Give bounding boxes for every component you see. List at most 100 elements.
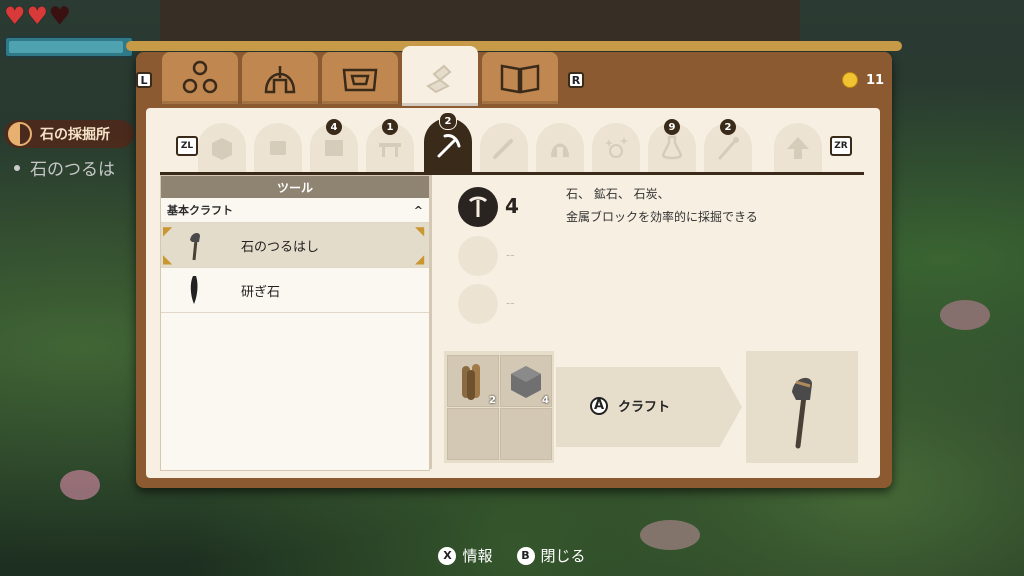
coin-counter: 11 [842,72,884,88]
category-tab-blocks[interactable] [198,123,246,173]
quest-title: 石の採掘所 [40,127,110,143]
craft-label: クラフト [618,400,671,415]
bag-icon [342,68,378,92]
category-tab-materials[interactable] [254,123,302,173]
bullet-icon [14,164,20,171]
prompt-label: 閉じる [540,547,586,565]
l-button-icon[interactable]: L [136,72,152,88]
ingredient-slot-empty [447,408,499,460]
category-tab-upgrade[interactable] [774,123,822,173]
category-tab-accessories[interactable] [592,123,640,173]
sword-icon [493,139,513,159]
category-badge: 2 [720,119,736,135]
category-tab-furniture[interactable]: 4 [310,119,358,173]
category-tab-magic[interactable]: 2 [704,119,752,173]
tool-level-icon [458,187,498,227]
material-icon [270,141,286,155]
tab-equipment[interactable] [242,52,318,104]
stone-pickaxe-icon [183,228,207,262]
panel-rail [126,41,902,51]
background-flower [940,300,990,330]
materials-icon [182,60,218,94]
ingredient-slot-stone[interactable]: 4 [500,355,552,407]
zl-button-icon[interactable]: ZL [176,136,198,156]
tab-crafting[interactable] [402,46,478,106]
zr-button-icon[interactable]: ZR [830,136,852,156]
craft-result-slot [746,351,858,463]
ingredient-count: 2 [489,395,496,406]
description-line: 金属ブロックを効率的に採掘できる [566,210,758,224]
helmet-icon [264,66,296,94]
info-prompt[interactable]: X 情報 [438,545,493,566]
selection-corner-icon: ◣ [163,252,173,266]
ingredient-slot-wood[interactable]: 2 [447,355,499,407]
book-icon [500,64,540,94]
category-badge: 2 [439,112,457,130]
quest-objective: 石のつるは [14,155,115,180]
chevron-up-icon: ^ [413,203,423,217]
stamina-fill [9,41,123,53]
tab-bag[interactable] [322,52,398,104]
pickaxe-icon [437,134,461,158]
category-badge: 4 [326,119,342,135]
heart-full-icon: ♥ [26,2,49,30]
empty-stat-slot [458,236,498,276]
stamina-bar [4,36,134,58]
empty-stat-slot [458,284,498,324]
wand-icon [718,137,739,160]
category-tab-potions[interactable]: 9 [648,119,696,173]
panel-divider [430,175,432,469]
background-flower [60,470,100,500]
list-item-whetstone[interactable]: 研ぎ石 [161,268,429,313]
crafting-icon [426,64,452,94]
empty-stat-dash: -- [506,248,515,262]
group-label: 基本クラフト [167,204,233,217]
list-item-label: 石のつるはし [241,239,320,255]
category-tab-weapons[interactable] [480,123,528,173]
selection-corner-icon: ◢ [415,252,425,266]
description-line: 石、 鉱石、 石炭、 [566,187,670,201]
tab-materials[interactable] [162,52,238,104]
block-icon [212,138,232,160]
category-badge: 9 [664,119,680,135]
armor-icon [551,143,569,157]
category-badge: 1 [382,119,398,135]
potion-icon [661,135,683,160]
recipe-list: ツール 基本クラフト ^ ◤ ◥ ◣ ◢ 石のつるはし 研ぎ石 [160,175,430,471]
list-item-label: 研ぎ石 [241,284,281,300]
category-tab-tools[interactable]: 2 [424,112,472,172]
craft-button[interactable]: A クラフト [590,396,670,415]
coin-count: 11 [866,72,885,88]
ingredient-count: 4 [542,395,549,406]
quest-icon [8,122,32,146]
quest-title-badge: 石の採掘所 [4,120,134,148]
selection-corner-icon: ◤ [163,224,173,238]
list-header: ツール [161,176,429,198]
close-prompt[interactable]: B 閉じる [516,545,586,566]
health-hearts: ♥ ♥ ♥ [4,4,71,28]
prompt-label: 情報 [462,547,493,565]
coin-icon [842,72,858,88]
category-tab-tables[interactable]: 1 [366,119,414,173]
ingredient-slot-empty [500,408,552,460]
b-button-icon: B [516,546,535,565]
whetstone-icon [183,273,207,307]
category-tab-armor[interactable] [536,123,584,173]
upgrade-icon [787,137,809,159]
stone-pickaxe-icon [792,377,812,449]
a-button-icon: A [590,396,608,415]
list-item-stone-pickaxe[interactable]: ◤ ◥ ◣ ◢ 石のつるはし [161,223,429,268]
r-button-icon[interactable]: R [568,72,584,88]
tab-journal[interactable] [482,52,558,104]
table-icon [379,143,401,157]
empty-stat-dash: -- [506,296,515,310]
tool-level-value: 4 [505,194,519,218]
button-prompts: X 情報 B 閉じる [0,545,1024,566]
furniture-icon [325,140,343,156]
recipe-group-basic[interactable]: 基本クラフト ^ [161,198,429,223]
quest-objective-text: 石のつるは [30,160,115,180]
selection-corner-icon: ◥ [415,224,425,238]
item-description: 石、 鉱石、 石炭、 金属ブロックを効率的に採掘できる [566,183,758,229]
sparkle-icon [605,137,628,158]
x-button-icon: X [438,546,457,565]
